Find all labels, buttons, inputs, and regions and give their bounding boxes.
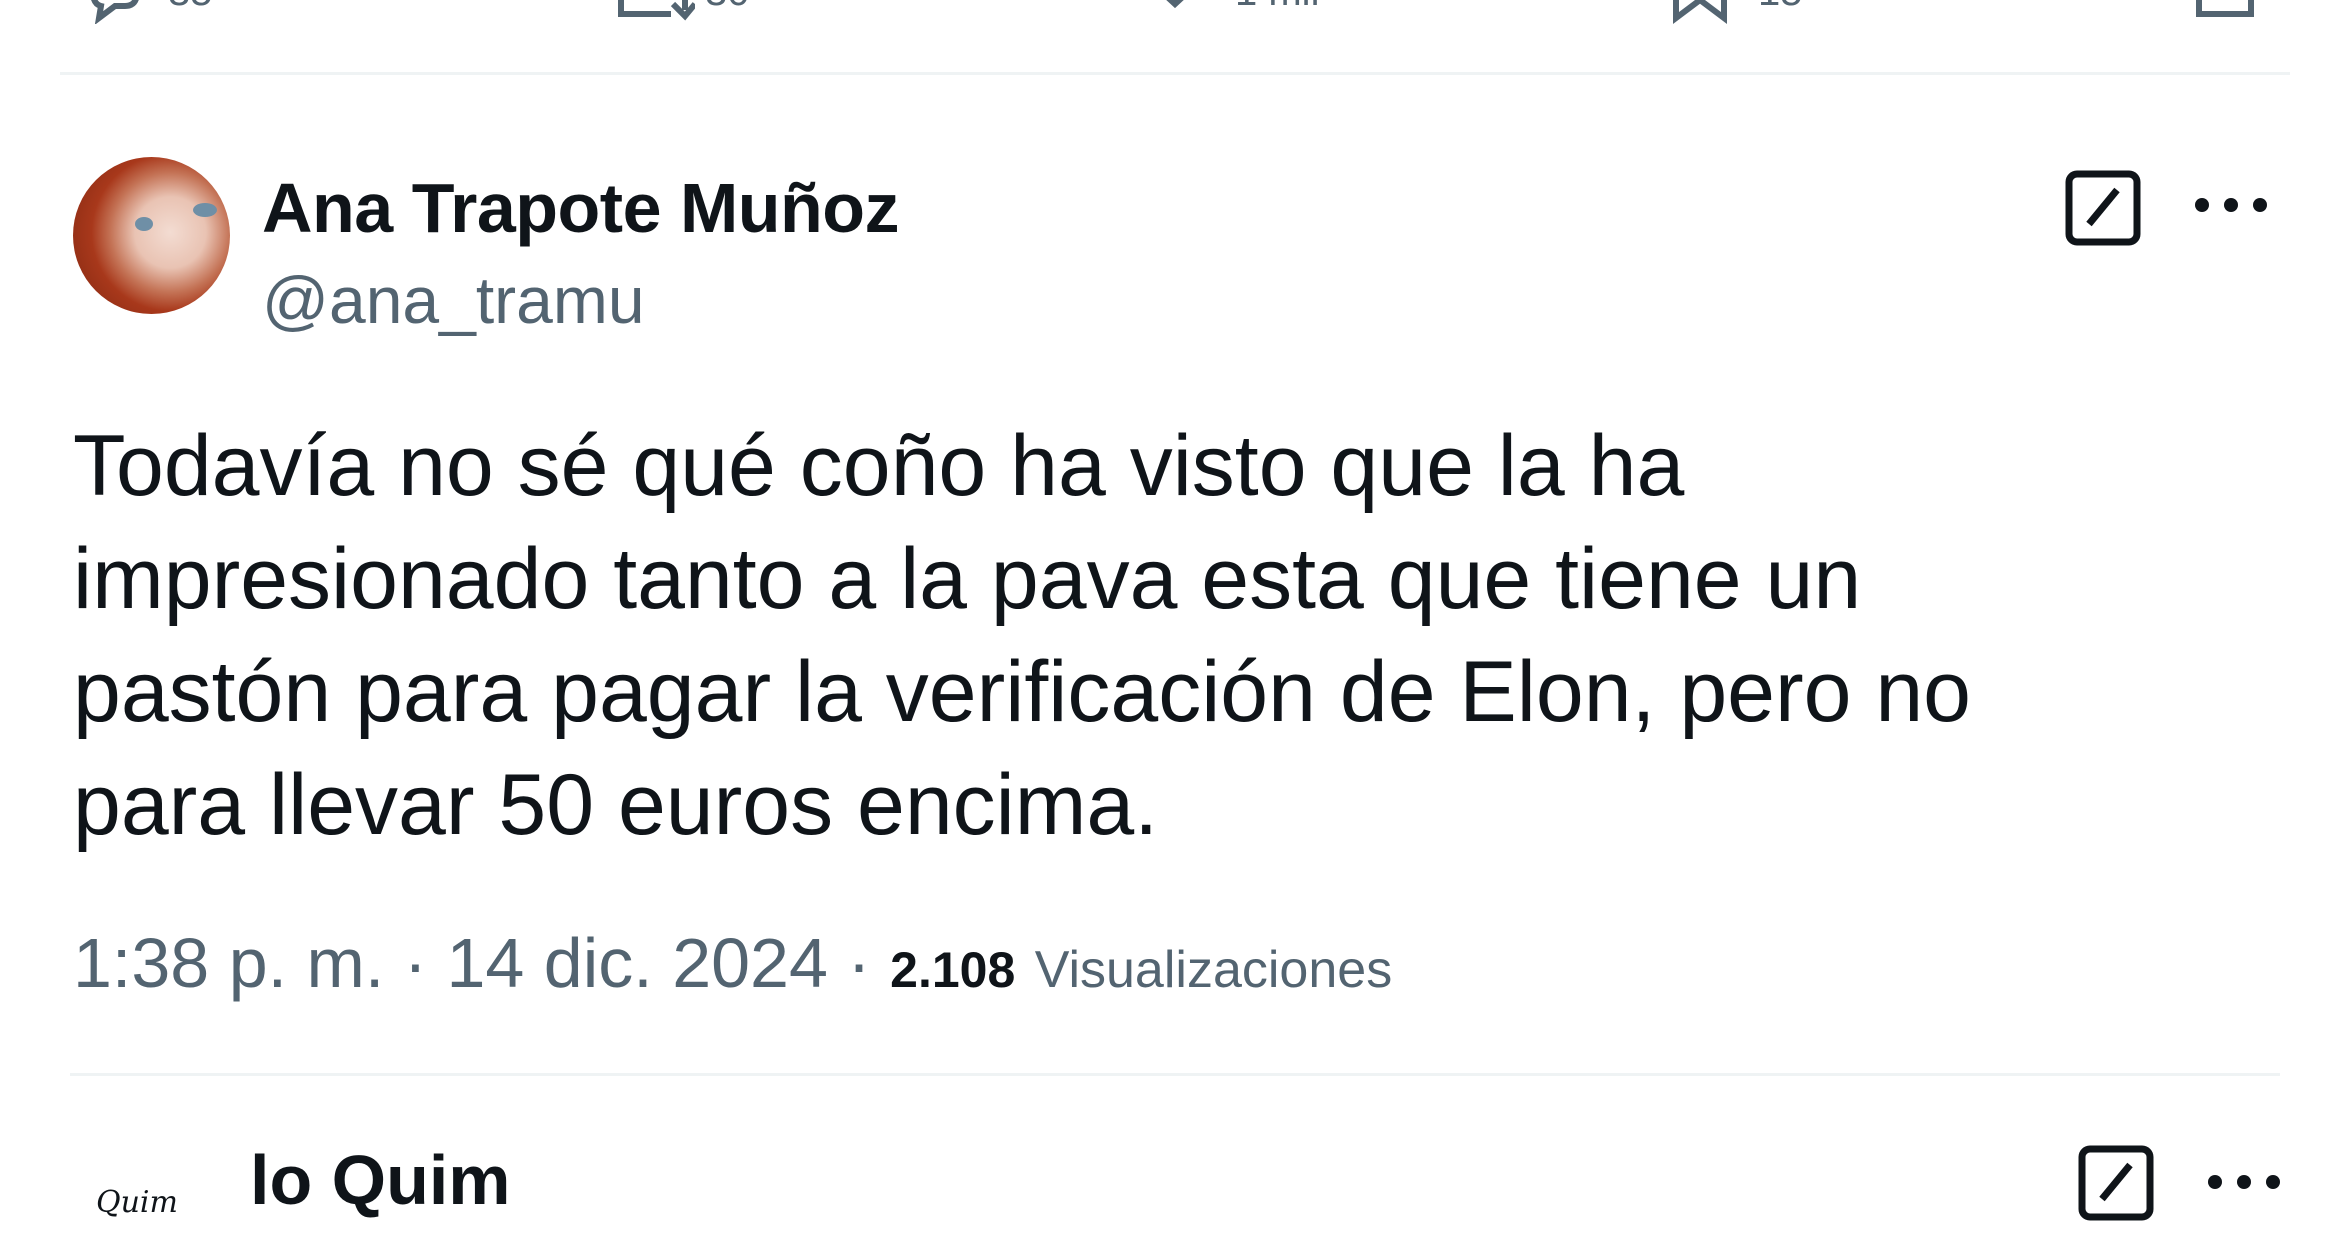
retweet-count: 30 (705, 0, 750, 15)
meta-separator: · (403, 924, 428, 1002)
views-count: 2.108 (890, 942, 1016, 998)
avatar-eye (193, 203, 217, 217)
divider-top (60, 72, 2290, 75)
reply-avatar[interactable]: Quim (88, 1168, 198, 1228)
author-name[interactable]: Ana Trapote Muñoz (262, 168, 900, 248)
previous-tweet-action-bar: 35 30 1 mil 15 (0, 0, 2350, 30)
like-icon[interactable] (1145, 0, 1205, 24)
tweet-date[interactable]: 14 dic. 2024 (447, 924, 828, 1002)
reply-avatar-text: Quim (96, 1185, 178, 1220)
reply-author-name[interactable]: lo Quim (250, 1140, 511, 1220)
grok-icon[interactable] (2078, 1145, 2154, 1221)
like-count: 1 mil (1235, 0, 1319, 15)
bookmark-count: 15 (1758, 0, 1803, 15)
retweet-icon[interactable] (615, 0, 698, 24)
tweet-text: Todavía no sé qué coño ha visto que la h… (73, 418, 1972, 853)
tweet-time[interactable]: 1:38 p. m. (73, 924, 384, 1002)
tweet-metadata: 1:38 p. m. · 14 dic. 2024 · 2.108 Visual… (73, 923, 1392, 1003)
share-icon[interactable] (2195, 0, 2255, 24)
meta-separator: · (847, 924, 871, 1002)
reply-count: 35 (168, 0, 213, 15)
grok-icon[interactable] (2065, 170, 2141, 246)
views-label: Visualizaciones (1034, 941, 1393, 999)
divider-bottom (70, 1073, 2280, 1076)
avatar[interactable] (73, 157, 230, 314)
avatar-eye (135, 217, 153, 231)
reply-icon[interactable] (85, 0, 145, 25)
more-options-icon[interactable] (2192, 190, 2270, 220)
bookmark-icon[interactable] (1670, 0, 1730, 24)
author-handle[interactable]: @ana_tramu (262, 262, 645, 338)
more-options-icon[interactable] (2205, 1167, 2283, 1197)
